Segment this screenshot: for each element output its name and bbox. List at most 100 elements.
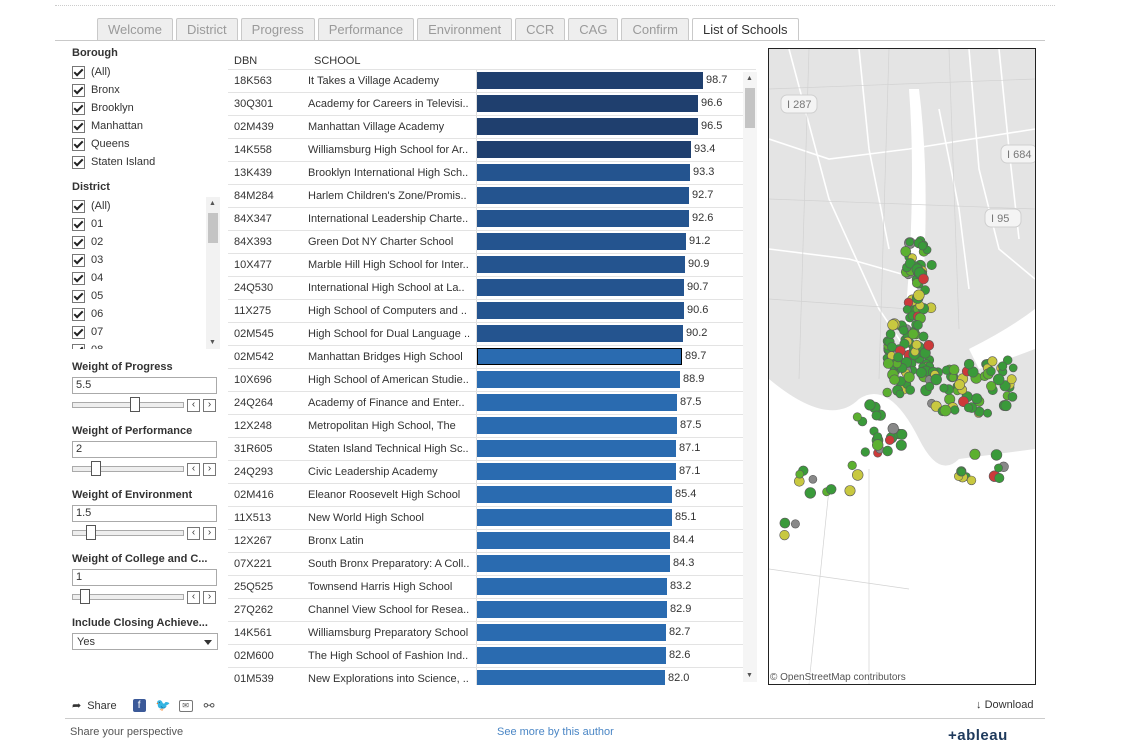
school-marker[interactable] [930,373,942,386]
school-marker[interactable] [893,352,904,363]
school-marker[interactable] [954,379,965,391]
weight-slider[interactable] [72,397,184,412]
school-marker[interactable] [1000,400,1012,412]
school-marker[interactable] [852,412,862,422]
checkbox-checked-icon[interactable] [72,253,85,267]
score-bar[interactable] [477,210,689,227]
table-row[interactable]: 12X248 Metropolitan High School, The 87.5 [228,414,756,437]
scroll-up-icon[interactable]: ▲ [746,75,753,82]
school-marker[interactable] [779,517,791,529]
share-link[interactable]: Share [87,700,116,712]
chevron-left-icon[interactable]: ‹ [187,398,200,412]
district-option[interactable]: 03 [72,251,220,269]
school-marker[interactable] [790,519,800,529]
school-marker[interactable] [926,260,937,271]
weight-input[interactable]: 5.5 [72,377,217,394]
facebook-icon[interactable]: f [132,699,146,712]
tab-environment[interactable]: Environment [417,18,513,40]
score-bar[interactable] [477,555,670,572]
checkbox-checked-icon[interactable] [72,325,85,339]
checkbox-checked-icon[interactable] [72,271,85,285]
score-bar[interactable] [477,279,684,296]
school-marker[interactable] [844,485,856,497]
school-marker[interactable] [905,237,914,247]
borough-option[interactable]: (All) [72,63,222,81]
table-row[interactable]: 10X696 High School of American Studie.. 88… [228,368,756,391]
school-marker[interactable] [779,530,790,541]
table-row[interactable]: 14K558 Williamsburg High School for Ar.. 9… [228,138,756,161]
tab-list-of-schools[interactable]: List of Schools [691,18,799,41]
school-marker[interactable] [986,381,997,392]
slider-handle[interactable] [80,589,90,604]
score-bar[interactable] [477,463,676,480]
school-marker[interactable] [902,305,912,314]
school-marker[interactable] [969,448,981,460]
school-marker[interactable] [911,339,922,350]
school-marker[interactable] [887,319,899,331]
school-marker[interactable] [808,474,818,484]
school-marker[interactable] [998,361,1008,371]
checkbox-checked-icon[interactable] [72,289,85,303]
score-bar[interactable] [477,118,698,135]
table-row[interactable]: 24Q293 Civic Leadership Academy 87.1 [228,460,756,483]
district-scrollbar[interactable]: ▲ ▼ [206,197,220,349]
score-bar[interactable] [477,348,682,365]
score-bar[interactable] [477,164,690,181]
weight-slider[interactable] [72,589,184,604]
school-marker[interactable] [864,399,876,411]
school-marker[interactable] [950,405,960,415]
school-marker[interactable] [923,339,935,351]
school-marker[interactable] [915,367,927,378]
school-marker[interactable] [825,484,837,495]
school-marker[interactable] [964,403,974,413]
score-bar[interactable] [477,532,670,549]
school-marker[interactable] [795,469,805,479]
school-marker[interactable] [871,439,884,451]
school-marker[interactable] [990,449,1003,461]
score-bar[interactable] [477,302,684,319]
school-marker[interactable] [847,460,857,471]
chevron-left-icon[interactable]: ‹ [187,590,200,604]
school-marker[interactable] [889,374,900,385]
school-marker[interactable] [887,423,899,435]
chevron-right-icon[interactable]: › [203,398,216,412]
chevron-left-icon[interactable]: ‹ [187,526,200,540]
district-option[interactable]: 04 [72,269,220,287]
tab-ccr[interactable]: CCR [515,18,566,40]
borough-option[interactable]: Queens [72,135,222,153]
chevron-right-icon[interactable]: › [203,462,216,476]
school-marker[interactable] [986,366,996,376]
table-row[interactable]: 30Q301 Academy for Careers in Televisi.. 9… [228,92,756,115]
score-bar[interactable] [477,256,685,273]
school-marker[interactable] [885,329,896,339]
table-scrollbar[interactable]: ▲ ▼ [743,72,757,682]
score-bar[interactable] [477,187,689,204]
table-row[interactable]: 14K561 Williamsburg Preparatory School 82.… [228,621,756,644]
share-arrow-icon[interactable]: ➦ [72,699,81,712]
school-marker[interactable] [913,289,925,301]
district-option[interactable]: 05 [72,287,220,305]
checkbox-checked-icon[interactable] [72,83,85,97]
slider-handle[interactable] [85,525,96,540]
checkbox-checked-icon[interactable] [72,155,85,169]
borough-option[interactable]: Manhattan [72,117,222,135]
slider-handle[interactable] [91,461,101,476]
score-bar[interactable] [477,394,677,411]
tab-district[interactable]: District [175,18,238,40]
scroll-down-icon[interactable]: ▼ [209,339,216,346]
scroll-thumb[interactable] [208,213,218,243]
checkbox-checked-icon[interactable] [72,217,85,231]
school-marker[interactable] [899,325,909,335]
table-row[interactable]: 10X477 Marble Hill High School for Inter.… [228,253,756,276]
school-marker[interactable] [957,467,967,477]
score-bar[interactable] [477,325,683,342]
table-row[interactable]: 02M542 Manhattan Bridges High School 89.7 [228,345,756,368]
weight-input[interactable]: 2 [72,441,217,458]
school-marker[interactable] [1008,363,1018,373]
tab-performance[interactable]: Performance [317,18,415,40]
table-row[interactable]: 24Q264 Academy of Finance and Enter.. 87.5 [228,391,756,414]
weight-input[interactable]: 1.5 [72,505,217,522]
table-row[interactable]: 25Q525 Townsend Harris High School 83.2 [228,575,756,598]
school-marker[interactable] [1006,374,1017,385]
school-marker[interactable] [851,469,864,481]
